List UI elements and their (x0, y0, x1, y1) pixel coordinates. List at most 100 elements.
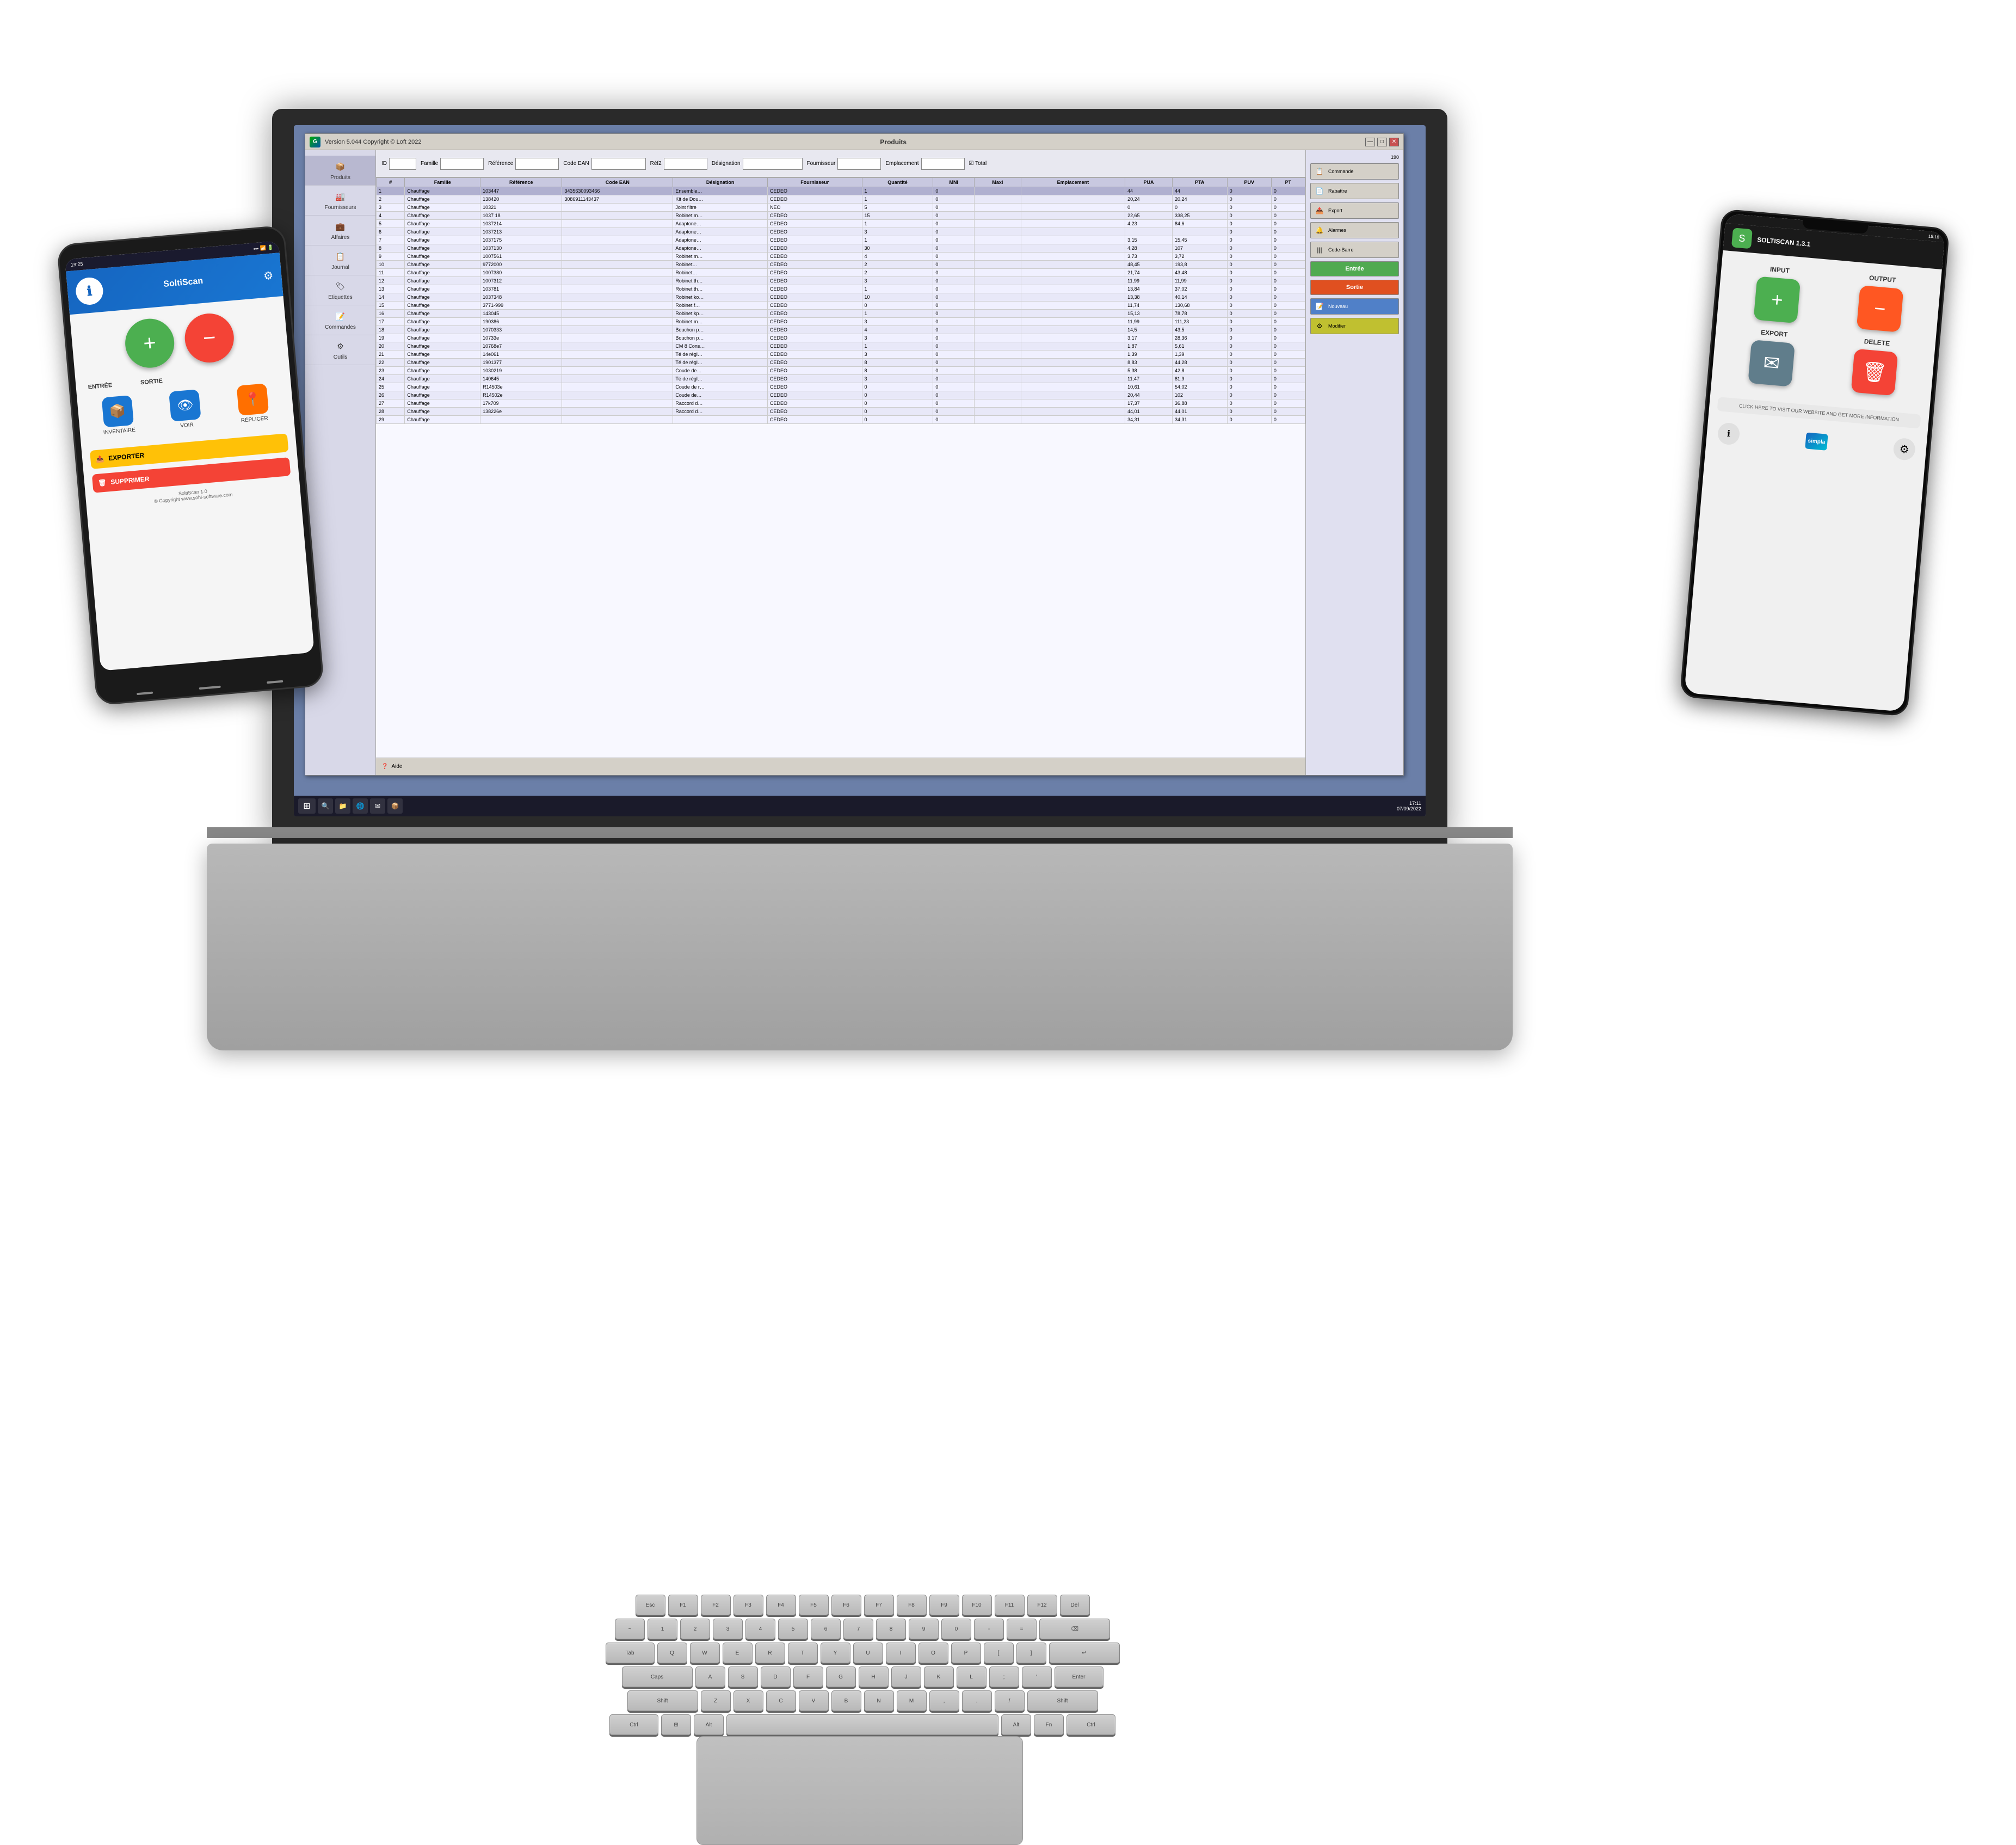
table-cell (975, 220, 1021, 228)
table-row[interactable]: 9Chauffage1007561Robinet m…CEDEO403,733,… (377, 253, 1305, 261)
table-cell: 16 (377, 310, 405, 318)
toolbar-field-fournisseur: Fournisseur (807, 158, 881, 170)
reference-input[interactable] (515, 158, 559, 170)
fournisseur-input[interactable] (837, 158, 881, 170)
table-cell: 26 (377, 391, 405, 399)
table-cell (975, 195, 1021, 204)
nav-home[interactable] (199, 686, 221, 690)
taskbar-search[interactable]: 🔍 (318, 798, 333, 814)
table-cell: Kit de Dou… (673, 195, 768, 204)
ref2-input[interactable] (664, 158, 707, 170)
table-row[interactable]: 19Chauffage10733eBouchon p…CEDEO303,1728… (377, 334, 1305, 342)
nav-recent[interactable] (267, 680, 283, 684)
taskbar-mail[interactable]: ✉ (370, 798, 385, 814)
table-row[interactable]: 29ChauffageCEDEO0034,3134,3100 (377, 416, 1305, 424)
table-cell: 0 (1271, 204, 1305, 212)
id-input[interactable] (389, 158, 416, 170)
sidebar-item-affaires[interactable]: 💼 Affaires (305, 216, 375, 245)
sidebar-item-produits[interactable]: 📦 Produits (305, 156, 375, 186)
soltiscan-settings-icon[interactable]: ⚙ (263, 268, 274, 282)
close-button[interactable]: ✕ (1389, 138, 1399, 146)
sidebar-item-outils[interactable]: ⚙ Outils (305, 335, 375, 365)
table-cell: 107 (1172, 244, 1227, 253)
nouveau-button[interactable]: 📝 Nouveau (1310, 298, 1399, 315)
table-cell: 1070333 (480, 326, 562, 334)
grid-repliquer[interactable]: 📍 RÉPLICER (220, 382, 286, 426)
table-row[interactable]: 26ChauffageR14502eCoude de…CEDEO0020,441… (377, 391, 1305, 399)
settings-gear-button[interactable]: ⚙ (1892, 438, 1916, 461)
table-row[interactable]: 5Chauffage1037214Adaptone…CEDEO104,2384,… (377, 220, 1305, 228)
table-row[interactable]: 17Chauffage190386Robinet m…CEDEO3011,991… (377, 318, 1305, 326)
grid-voir[interactable]: 👁 VOIR (153, 388, 218, 432)
commande-button[interactable]: 📋 Commande (1310, 163, 1399, 180)
table-row[interactable]: 10Chauffage9772000Robinet…CEDEO2048,4519… (377, 261, 1305, 269)
export-button-right[interactable]: ✉ (1748, 340, 1796, 387)
rabattre-icon: 📄 (1314, 186, 1325, 196)
table-row[interactable]: 27Chauffage17k709Raccord d…CEDEO0017,373… (377, 399, 1305, 408)
table-cell: Chauffage (405, 195, 480, 204)
key-2: 2 (680, 1619, 710, 1639)
trackpad[interactable] (696, 1736, 1023, 1845)
table-row[interactable]: 2Chauffage1384203086911143437Kit de Dou…… (377, 195, 1305, 204)
famille-input[interactable] (440, 158, 484, 170)
sidebar-item-journal[interactable]: 📋 Journal (305, 245, 375, 275)
table-row[interactable]: 24Chauffage140645Té de régl…CEDEO3011,47… (377, 375, 1305, 383)
grid-inventaire[interactable]: 📦 INVENTAIRE (85, 393, 151, 437)
designation-input[interactable] (743, 158, 803, 170)
remove-stock-button[interactable]: − (183, 311, 236, 365)
taskbar-app1[interactable]: 📦 (387, 798, 403, 814)
minimize-button[interactable]: — (1365, 138, 1375, 146)
codebarre-button[interactable]: ||| Code-Barre (1310, 242, 1399, 258)
nav-back[interactable] (137, 692, 153, 696)
export-button[interactable]: 📤 Export (1310, 202, 1399, 219)
table-cell (562, 285, 673, 293)
table-row[interactable]: 4Chauffage1037 18Robinet m…CEDEO15022,65… (377, 212, 1305, 220)
delete-button[interactable]: 🗑 (1851, 349, 1898, 396)
entree-button[interactable]: Entrée (1310, 261, 1399, 276)
taskbar-files[interactable]: 📁 (335, 798, 350, 814)
sidebar-item-etiquettes[interactable]: 🏷 Etiquettes (305, 275, 375, 305)
info-button[interactable]: ℹ (1717, 422, 1740, 445)
inventaire-icon: 📦 (101, 395, 134, 428)
sidebar-item-fournisseurs[interactable]: 🏭 Fournisseurs (305, 186, 375, 216)
table-row[interactable]: 13Chauffage103781Robinet th…CEDEO1013,84… (377, 285, 1305, 293)
emplacement-input[interactable] (921, 158, 965, 170)
key-9: 9 (909, 1619, 939, 1639)
table-row[interactable]: 14Chauffage1037348Robinet ko…CEDEO10013,… (377, 293, 1305, 302)
table-row[interactable]: 8Chauffage1037130Adaptone…CEDEO3004,2810… (377, 244, 1305, 253)
table-cell: 0 (933, 244, 975, 253)
table-row[interactable]: 11Chauffage1007380Robinet…CEDEO2021,7443… (377, 269, 1305, 277)
table-cell: 5,38 (1125, 367, 1173, 375)
rabattre-button[interactable]: 📄 Rabattre (1310, 183, 1399, 199)
start-button[interactable]: ⊞ (298, 798, 316, 814)
table-cell (975, 277, 1021, 285)
table-row[interactable]: 6Chauffage1037213Adaptone…CEDEO3000 (377, 228, 1305, 236)
sortie-button[interactable]: Sortie (1310, 280, 1399, 295)
add-stock-button[interactable]: + (123, 317, 176, 370)
table-row[interactable]: 25ChauffageR14503eCoude de r…CEDEO0010,6… (377, 383, 1305, 391)
table-cell: 0 (933, 212, 975, 220)
table-row[interactable]: 23Chauffage1030219Coude de…CEDEO805,3842… (377, 367, 1305, 375)
table-row[interactable]: 1Chauffage1034473435630093466Ensemble…CE… (377, 187, 1305, 195)
table-row[interactable]: 15Chauffage3771-999Robinet f…CEDEO0011,7… (377, 302, 1305, 310)
codeean-input[interactable] (591, 158, 646, 170)
table-cell: CEDEO (767, 326, 862, 334)
table-row[interactable]: 18Chauffage1070333Bouchon p…CEDEO4014,54… (377, 326, 1305, 334)
taskbar-browser[interactable]: 🌐 (353, 798, 368, 814)
table-row[interactable]: 21Chauffage14e061Té de régl…CEDEO301,391… (377, 350, 1305, 359)
table-row[interactable]: 20Chauffage10768e7CM 8 Cons…CEDEO101,875… (377, 342, 1305, 350)
maximize-button[interactable]: □ (1377, 138, 1387, 146)
table-row[interactable]: 7Chauffage1037175Adaptone…CEDEO103,1515,… (377, 236, 1305, 244)
table-cell: 3 (862, 334, 933, 342)
sidebar-item-commandes[interactable]: 📝 Commandes (305, 305, 375, 335)
alarmes-button[interactable]: 🔔 Alarmes (1310, 222, 1399, 238)
modifier-button[interactable]: ⚙ Modifier (1310, 318, 1399, 334)
output-button[interactable]: − (1857, 285, 1904, 333)
table-row[interactable]: 22Chauffage1901377Té de régl…CEDEO808,83… (377, 359, 1305, 367)
products-table-container[interactable]: # Famille Référence Code EAN Désignation… (376, 177, 1305, 758)
table-row[interactable]: 12Chauffage1007312Robinet th…CEDEO3011,9… (377, 277, 1305, 285)
input-button[interactable]: + (1754, 276, 1801, 324)
table-row[interactable]: 28Chauffage138226eRaccord d…CEDEO0044,01… (377, 408, 1305, 416)
table-row[interactable]: 3Chauffage10321Joint filtreNEO500000 (377, 204, 1305, 212)
table-row[interactable]: 16Chauffage143045Robinet kp…CEDEO1015,13… (377, 310, 1305, 318)
